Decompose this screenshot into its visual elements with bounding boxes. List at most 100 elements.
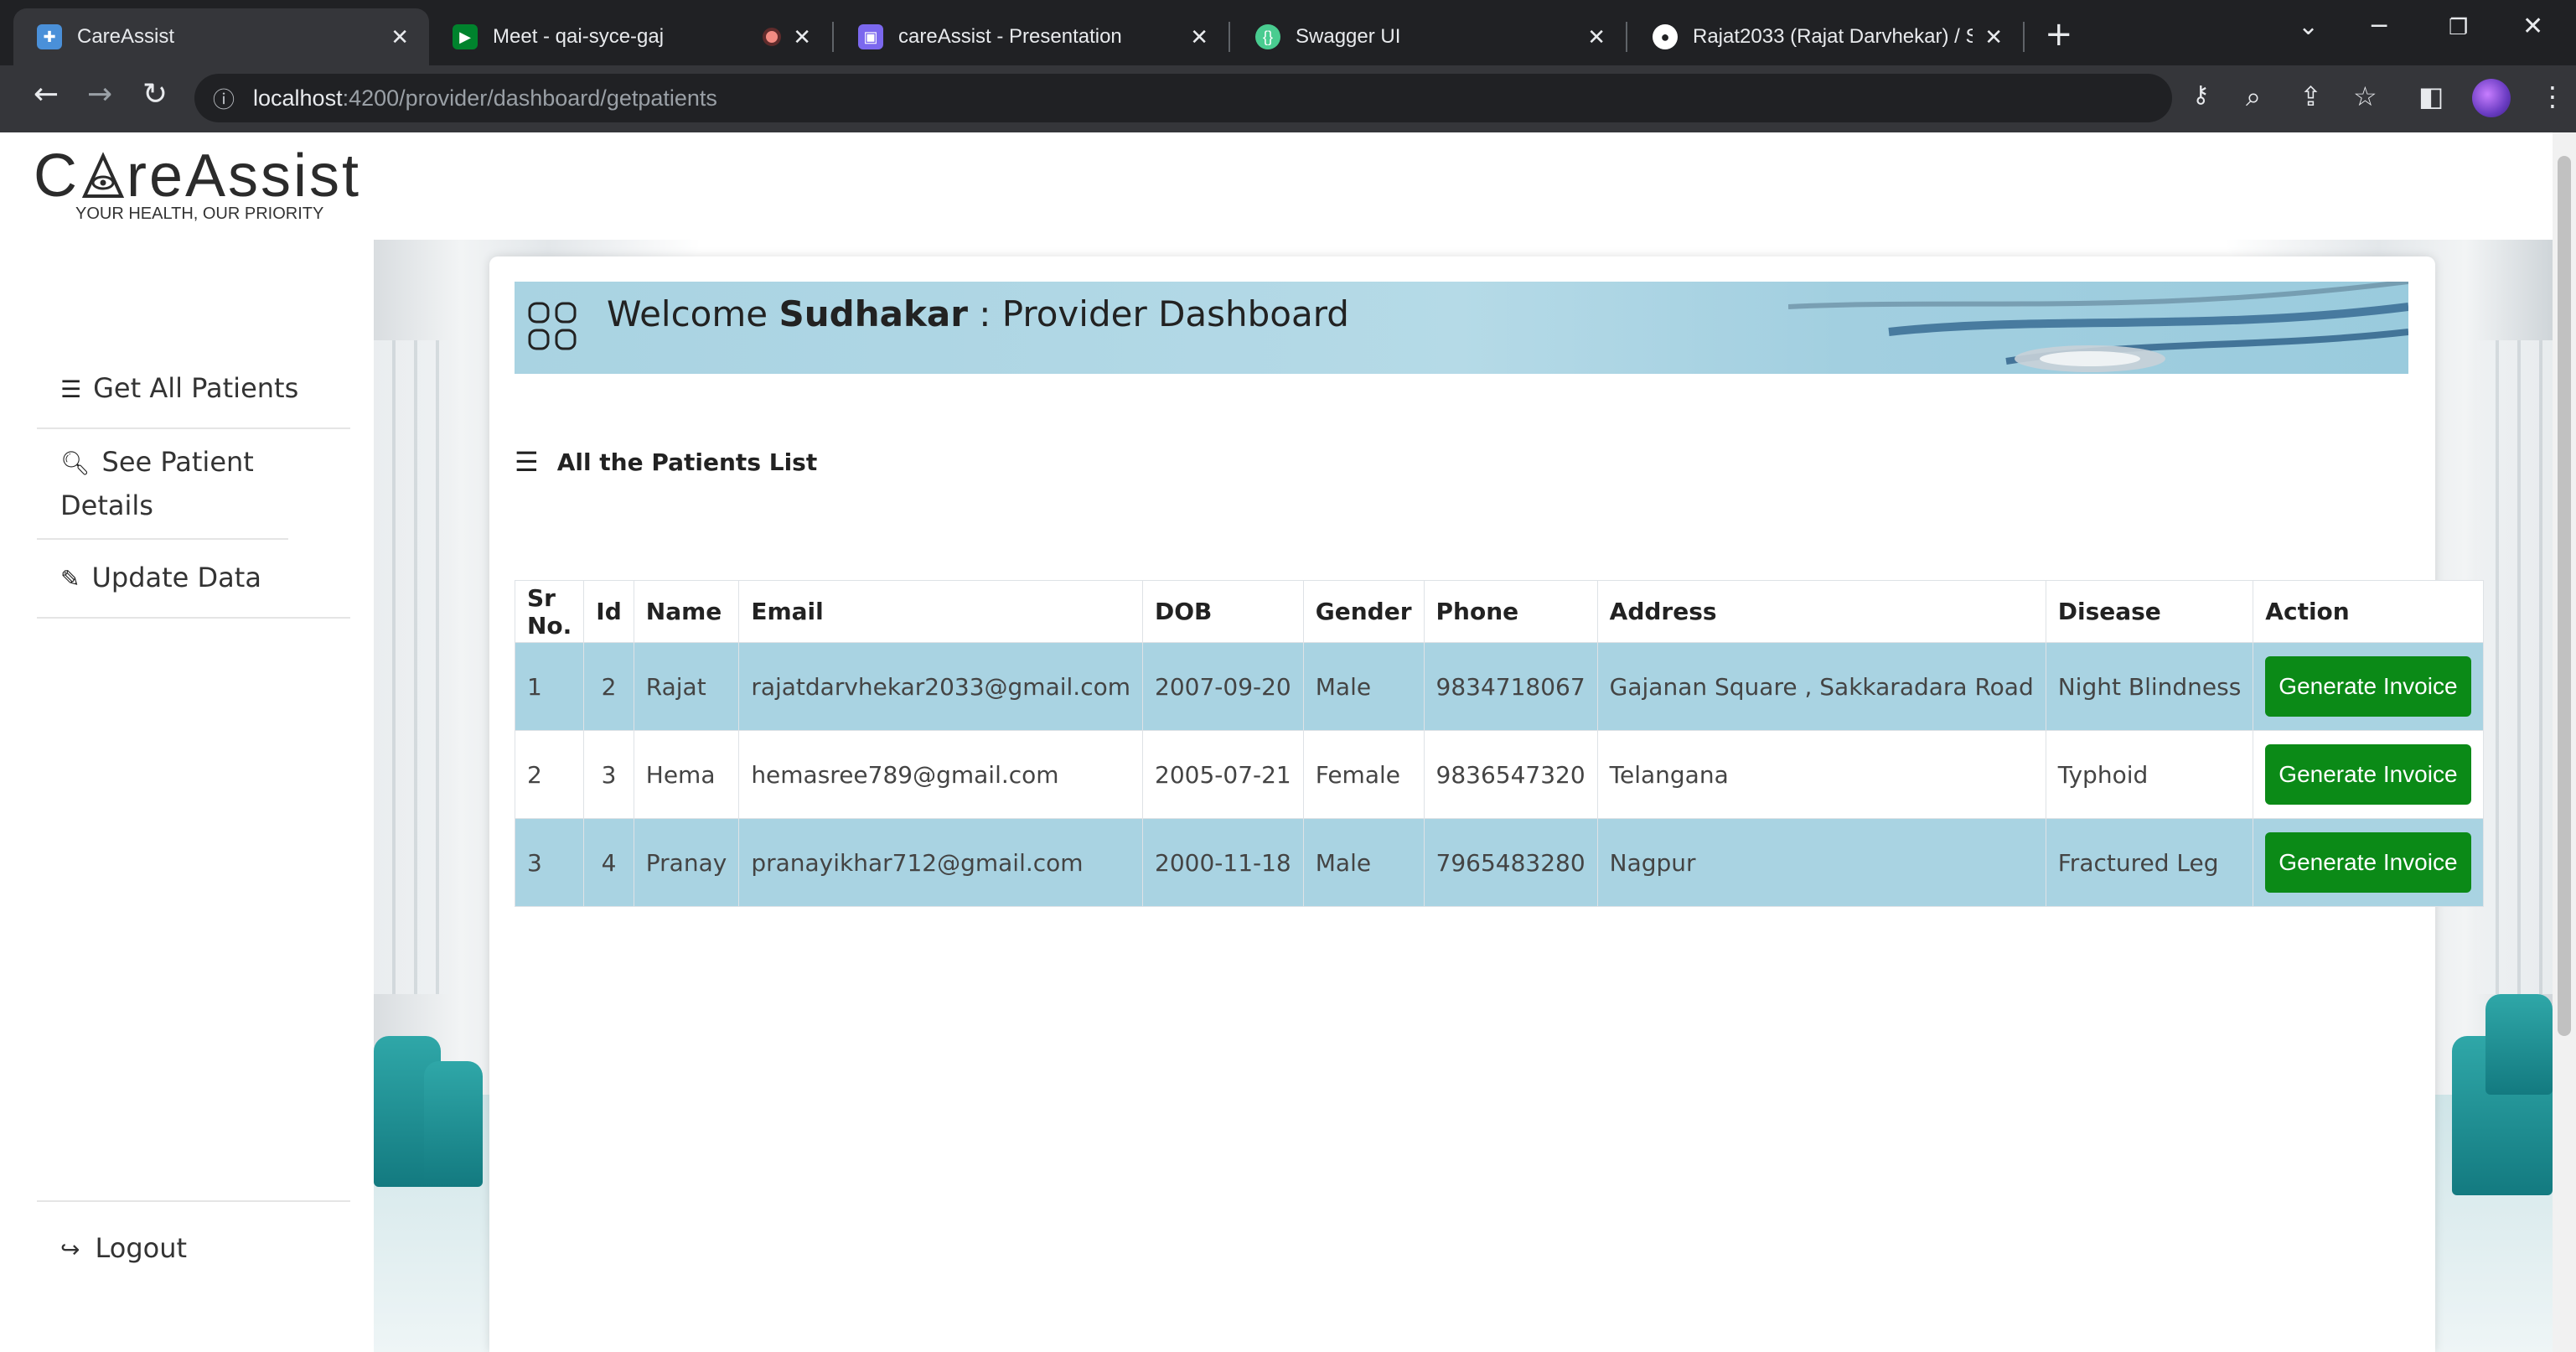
- cell-dob: 2000-11-18: [1142, 818, 1304, 907]
- cell-sr-no: 2: [514, 730, 585, 819]
- tab-title: careAssist - Presentation: [898, 25, 1122, 48]
- close-tab-icon[interactable]: ✕: [793, 24, 811, 50]
- page-title: Welcome Sudhakar : Provider Dashboard: [607, 290, 1349, 339]
- browser-menu-icon[interactable]: ⋮: [2539, 80, 2566, 112]
- cell-name: Rajat: [633, 642, 740, 731]
- tab-careassist[interactable]: ✚ CareAssist ✕: [13, 8, 429, 65]
- cell-gender: Male: [1302, 642, 1425, 731]
- minimize-icon[interactable]: ─: [2372, 12, 2387, 41]
- tab-title: Rajat2033 (Rajat Darvhekar) / Se: [1693, 25, 1973, 48]
- reload-icon[interactable]: ↻: [142, 77, 168, 111]
- tab-separator: [1626, 22, 1627, 52]
- tab-title: CareAssist: [77, 25, 175, 48]
- sidebar-item-label: Get All Patients: [93, 372, 299, 404]
- cell-disease: Typhoid: [2045, 730, 2254, 819]
- url-host: localhost: [253, 85, 343, 111]
- share-icon[interactable]: ⇪: [2299, 80, 2322, 112]
- logout-icon: ↪: [60, 1235, 80, 1263]
- page-scrollbar[interactable]: [2553, 132, 2576, 1352]
- generate-invoice-button[interactable]: Generate Invoice: [2265, 744, 2471, 805]
- cell-address: Telangana: [1596, 730, 2046, 819]
- url-path: :4200/provider/dashboard/getpatients: [342, 85, 717, 111]
- close-tab-icon[interactable]: ✕: [1190, 24, 1208, 50]
- side-panel-icon[interactable]: ◧: [2418, 80, 2444, 112]
- cell-phone: 9834718067: [1423, 642, 1598, 731]
- cell-action: Generate Invoice: [2253, 818, 2484, 907]
- profile-avatar[interactable]: [2472, 79, 2511, 117]
- close-tab-icon[interactable]: ✕: [1587, 24, 1606, 50]
- column-header: Id: [583, 580, 634, 643]
- sidebar-item-update-data[interactable]: ✎ Update Data: [37, 540, 350, 619]
- cell-name: Pranay: [633, 818, 740, 907]
- brand-name-prefix: C: [34, 142, 80, 210]
- cell-id: 4: [583, 818, 634, 907]
- close-tab-icon[interactable]: ✕: [391, 24, 409, 50]
- cell-id: 3: [583, 730, 634, 819]
- cell-action: Generate Invoice: [2253, 642, 2484, 731]
- column-header: DOB: [1142, 580, 1304, 643]
- cell-email: rajatdarvhekar2033@gmail.com: [738, 642, 1144, 731]
- generate-invoice-button[interactable]: Generate Invoice: [2265, 656, 2471, 717]
- meet-favicon-icon: ▶: [453, 24, 478, 49]
- cell-disease: Night Blindness: [2045, 642, 2254, 731]
- brand-logo[interactable]: C reAssist YOUR HEALTH, OUR PRIORITY: [34, 144, 361, 224]
- search-icon: 🔍︎: [60, 449, 91, 477]
- sidebar-nav: ☰ Get All Patients 🔍︎ See Patient Details …: [37, 334, 350, 619]
- list-icon: ☰: [515, 446, 539, 478]
- cell-address: Gajanan Square , Sakkaradara Road: [1596, 642, 2046, 731]
- table-row: 2 3 Hema hemasree789@gmail.com 2005-07-2…: [514, 730, 2484, 819]
- address-bar[interactable]: ⓘ localhost :4200/provider/dashboard/get…: [194, 74, 2172, 122]
- patients-list-heading-label: All the Patients List: [556, 448, 818, 476]
- close-tab-icon[interactable]: ✕: [1984, 24, 2003, 50]
- generate-invoice-button[interactable]: Generate Invoice: [2265, 832, 2471, 893]
- user-name: Sudhakar: [778, 293, 968, 334]
- sidebar-item-see-patient-details[interactable]: 🔍︎ See Patient Details: [37, 429, 288, 540]
- cell-name: Hema: [633, 730, 740, 819]
- welcome-banner: Welcome Sudhakar : Provider Dashboard: [515, 282, 2408, 374]
- swagger-favicon-icon: {}: [1255, 24, 1280, 49]
- logout-label: Logout: [95, 1232, 188, 1264]
- new-tab-icon[interactable]: +: [2045, 15, 2073, 54]
- list-icon: ☰: [60, 376, 82, 403]
- key-icon[interactable]: ⚷: [2192, 80, 2210, 108]
- column-header: Gender: [1302, 580, 1425, 643]
- careassist-favicon-icon: ✚: [37, 24, 62, 49]
- cell-dob: 2007-09-20: [1142, 642, 1304, 731]
- back-icon[interactable]: ←: [34, 77, 59, 111]
- dashboard-card: Welcome Sudhakar : Provider Dashboard ☰ …: [489, 256, 2484, 1352]
- column-header: Disease: [2045, 580, 2254, 643]
- tab-swagger[interactable]: {} Swagger UI ✕: [1232, 8, 1626, 65]
- column-header: Address: [1596, 580, 2046, 643]
- cell-id: 2: [583, 642, 634, 731]
- tab-separator: [832, 22, 834, 52]
- table-row: 3 4 Pranay pranayikhar712@gmail.com 2000…: [514, 818, 2484, 907]
- patients-table: Sr No. Id Name Email DOB Gender Phone Ad…: [514, 580, 2484, 907]
- cell-action: Generate Invoice: [2253, 730, 2484, 819]
- site-info-icon[interactable]: ⓘ: [213, 83, 235, 114]
- welcome-prefix: Welcome: [607, 293, 768, 334]
- tab-search-chevron-icon[interactable]: ⌄: [2298, 12, 2319, 41]
- cell-gender: Male: [1302, 818, 1425, 907]
- dashboard-grid-icon: [528, 302, 577, 350]
- forward-icon[interactable]: →: [87, 77, 112, 111]
- close-window-icon[interactable]: ✕: [2522, 12, 2543, 41]
- browser-tab-bar: ✚ CareAssist ✕ ▶ Meet - qai-syce-gaj ✕ ▣…: [0, 0, 2576, 65]
- cell-phone: 9836547320: [1423, 730, 1598, 819]
- tab-meet[interactable]: ▶ Meet - qai-syce-gaj ✕: [429, 8, 831, 65]
- brand-name-suffix: reAssist: [127, 142, 362, 210]
- logout-button[interactable]: ↪ Logout: [37, 1200, 350, 1294]
- cell-phone: 7965483280: [1423, 818, 1598, 907]
- scrollbar-thumb[interactable]: [2558, 156, 2571, 1036]
- tab-github[interactable]: ● Rajat2033 (Rajat Darvhekar) / Se ✕: [1629, 8, 2023, 65]
- tab-presentation[interactable]: ▣ careAssist - Presentation ✕: [835, 8, 1229, 65]
- zoom-icon[interactable]: ⌕: [2246, 80, 2261, 113]
- bookmark-star-icon[interactable]: ☆: [2353, 80, 2377, 112]
- restore-icon[interactable]: ❐: [2449, 15, 2468, 40]
- cell-sr-no: 3: [514, 818, 585, 907]
- cell-email: pranayikhar712@gmail.com: [738, 818, 1144, 907]
- sidebar-item-get-all-patients[interactable]: ☰ Get All Patients: [37, 334, 350, 429]
- brand-tagline: YOUR HEALTH, OUR PRIORITY: [75, 205, 324, 223]
- column-header: Name: [633, 580, 740, 643]
- column-header: Action: [2253, 580, 2484, 643]
- column-header: Email: [738, 580, 1144, 643]
